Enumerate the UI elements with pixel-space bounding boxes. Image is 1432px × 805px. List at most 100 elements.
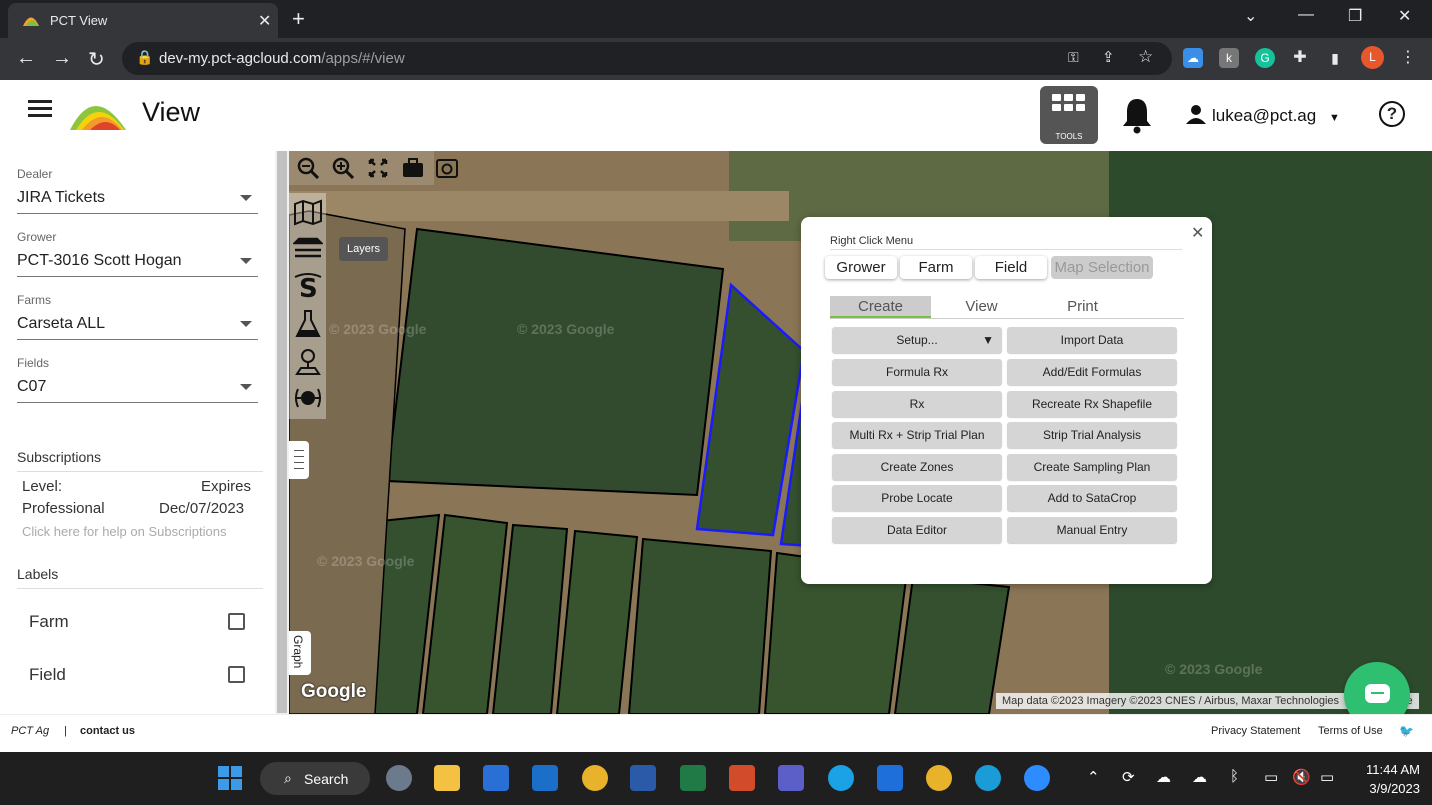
scope-farm-button[interactable]: Farm <box>900 256 972 279</box>
skype-icon[interactable] <box>828 765 854 791</box>
hamburger-menu-icon[interactable] <box>28 100 52 120</box>
twitter-icon[interactable]: 🐦 <box>1399 724 1414 738</box>
create-sampling-plan-button[interactable]: Create Sampling Plan <box>1007 454 1177 480</box>
scope-map-selection-button[interactable]: Map Selection <box>1051 256 1153 279</box>
close-window-icon[interactable]: ✕ <box>1398 6 1411 26</box>
pct-logo <box>70 106 126 130</box>
data-editor-button[interactable]: Data Editor <box>832 517 1002 543</box>
onedrive-personal-icon[interactable]: ☁ <box>1192 768 1207 786</box>
dealer-select[interactable]: Dealer JIRA Tickets <box>17 167 258 214</box>
back-icon[interactable]: ← <box>16 47 36 70</box>
zoom-icon[interactable] <box>1024 765 1050 791</box>
outlook-icon[interactable] <box>532 765 558 791</box>
network-icon[interactable]: ▭ <box>1264 768 1278 786</box>
chrome-profile-icon[interactable] <box>926 765 952 791</box>
battery-icon[interactable]: ▭ <box>1320 768 1334 786</box>
grower-select[interactable]: Grower PCT-3016 Scott Hogan <box>17 230 258 277</box>
recreate-rx-shapefile-button[interactable]: Recreate Rx Shapefile <box>1007 391 1177 417</box>
file-explorer-icon[interactable] <box>434 765 460 791</box>
teams-icon[interactable] <box>778 765 804 791</box>
briefcase-icon[interactable] <box>402 157 424 179</box>
windows-start-icon[interactable] <box>217 765 243 791</box>
grammarly-icon[interactable]: G <box>1255 48 1275 68</box>
scope-field-button[interactable]: Field <box>975 256 1047 279</box>
close-icon[interactable]: ✕ <box>1191 223 1204 243</box>
rx-button[interactable]: Rx <box>832 391 1002 417</box>
new-tab-icon[interactable]: + <box>292 6 305 32</box>
browser-tab[interactable]: PCT View ✕ <box>8 3 278 38</box>
create-zones-button[interactable]: Create Zones <box>832 454 1002 480</box>
contact-us-link[interactable]: contact us <box>80 725 135 737</box>
address-bar[interactable]: 🔒 dev-my.pct-agcloud.com/apps/#/view ⚿ ⇪… <box>122 42 1172 75</box>
subscriptions-help-link[interactable]: Click here for help on Subscriptions <box>22 524 227 539</box>
layers-stack-icon[interactable] <box>293 233 323 263</box>
cloud-extension-icon[interactable]: ☁ <box>1183 48 1203 68</box>
satacrop-s-icon[interactable]: S <box>293 271 323 301</box>
probe-location-icon[interactable] <box>293 347 323 377</box>
map-layers-icon[interactable] <box>293 197 323 227</box>
multi-rx-strip-trial-plan-button[interactable]: Multi Rx + Strip Trial Plan <box>832 422 1002 448</box>
word-icon[interactable] <box>630 765 656 791</box>
map-watermark: © 2023 Google <box>329 321 427 337</box>
tab-print[interactable]: Print <box>1032 296 1133 318</box>
farm-label-checkbox[interactable] <box>228 613 245 630</box>
tab-search-icon[interactable]: ⌄ <box>1244 6 1257 26</box>
left-panel-scrollbar[interactable] <box>275 151 289 714</box>
share-icon[interactable]: ⇪ <box>1102 48 1115 66</box>
close-tab-icon[interactable]: ✕ <box>258 11 271 31</box>
manual-entry-button[interactable]: Manual Entry <box>1007 517 1177 543</box>
mail-icon[interactable] <box>483 765 509 791</box>
tab-create[interactable]: Create <box>830 296 931 318</box>
vpn-app-icon[interactable] <box>877 765 903 791</box>
system-clock[interactable]: 11:44 AM 3/9/2023 <box>1348 762 1420 796</box>
tab-view[interactable]: View <box>931 296 1032 318</box>
privacy-statement-link[interactable]: Privacy Statement <box>1211 725 1300 737</box>
tray-overflow-icon[interactable]: ⌃ <box>1087 768 1100 786</box>
side-panel-icon[interactable]: ▮ <box>1325 48 1345 68</box>
profile-avatar[interactable]: L <box>1361 46 1384 69</box>
zoom-out-icon[interactable] <box>297 157 319 179</box>
chrome-icon[interactable] <box>582 765 608 791</box>
sensor-icon[interactable] <box>293 383 323 413</box>
bluetooth-icon[interactable]: ᛒ <box>1230 768 1239 785</box>
add-to-satacrop-button[interactable]: Add to SataCrop <box>1007 485 1177 511</box>
setup-dropdown-button[interactable]: Setup... ▼ <box>832 327 1002 353</box>
extensions-puzzle-icon[interactable]: ✚ <box>1290 48 1310 68</box>
graph-tab[interactable]: Graph <box>289 631 311 675</box>
help-icon[interactable]: ? <box>1379 101 1405 127</box>
forward-icon[interactable]: → <box>52 47 72 70</box>
onedrive-icon[interactable]: ☁ <box>1156 768 1171 786</box>
strip-trial-analysis-button[interactable]: Strip Trial Analysis <box>1007 422 1177 448</box>
browser-menu-icon[interactable]: ⋮ <box>1398 48 1418 68</box>
user-menu[interactable]: lukea@pct.ag ▼ <box>1186 104 1340 126</box>
excel-icon[interactable] <box>680 765 706 791</box>
extension-icon[interactable]: k <box>1219 48 1239 68</box>
fields-select[interactable]: Fields C07 <box>17 356 258 403</box>
farms-select[interactable]: Farms Carseta ALL <box>17 293 258 340</box>
lab-flask-icon[interactable] <box>293 309 323 339</box>
reload-icon[interactable]: ↻ <box>88 47 105 72</box>
zoom-in-icon[interactable] <box>332 157 354 179</box>
sync-icon[interactable]: ⟳ <box>1122 768 1135 786</box>
bookmark-star-icon[interactable]: ☆ <box>1138 47 1153 67</box>
volume-muted-icon[interactable]: 🔇 <box>1292 768 1311 786</box>
minimize-icon[interactable]: — <box>1298 6 1314 24</box>
tools-button[interactable]: TOOLS <box>1040 86 1098 144</box>
terms-of-use-link[interactable]: Terms of Use <box>1318 725 1383 737</box>
powerpoint-icon[interactable] <box>729 765 755 791</box>
camera-icon[interactable] <box>436 157 458 179</box>
restore-icon[interactable]: ❐ <box>1348 6 1362 26</box>
scope-grower-button[interactable]: Grower <box>825 256 897 279</box>
formula-rx-button[interactable]: Formula Rx <box>832 359 1002 385</box>
notification-bell-icon[interactable] <box>1120 96 1154 134</box>
field-label-checkbox[interactable] <box>228 666 245 683</box>
key-icon[interactable]: ⚿ <box>1068 49 1079 66</box>
panel-drag-handle[interactable] <box>289 441 309 479</box>
fullscreen-icon[interactable] <box>367 157 389 179</box>
import-data-button[interactable]: Import Data <box>1007 327 1177 353</box>
edge-icon[interactable] <box>975 765 1001 791</box>
add-edit-formulas-button[interactable]: Add/Edit Formulas <box>1007 359 1177 385</box>
settings-app-icon[interactable] <box>386 765 412 791</box>
taskbar-search[interactable]: ⌕ Search <box>260 762 370 795</box>
probe-locate-button[interactable]: Probe Locate <box>832 485 1002 511</box>
